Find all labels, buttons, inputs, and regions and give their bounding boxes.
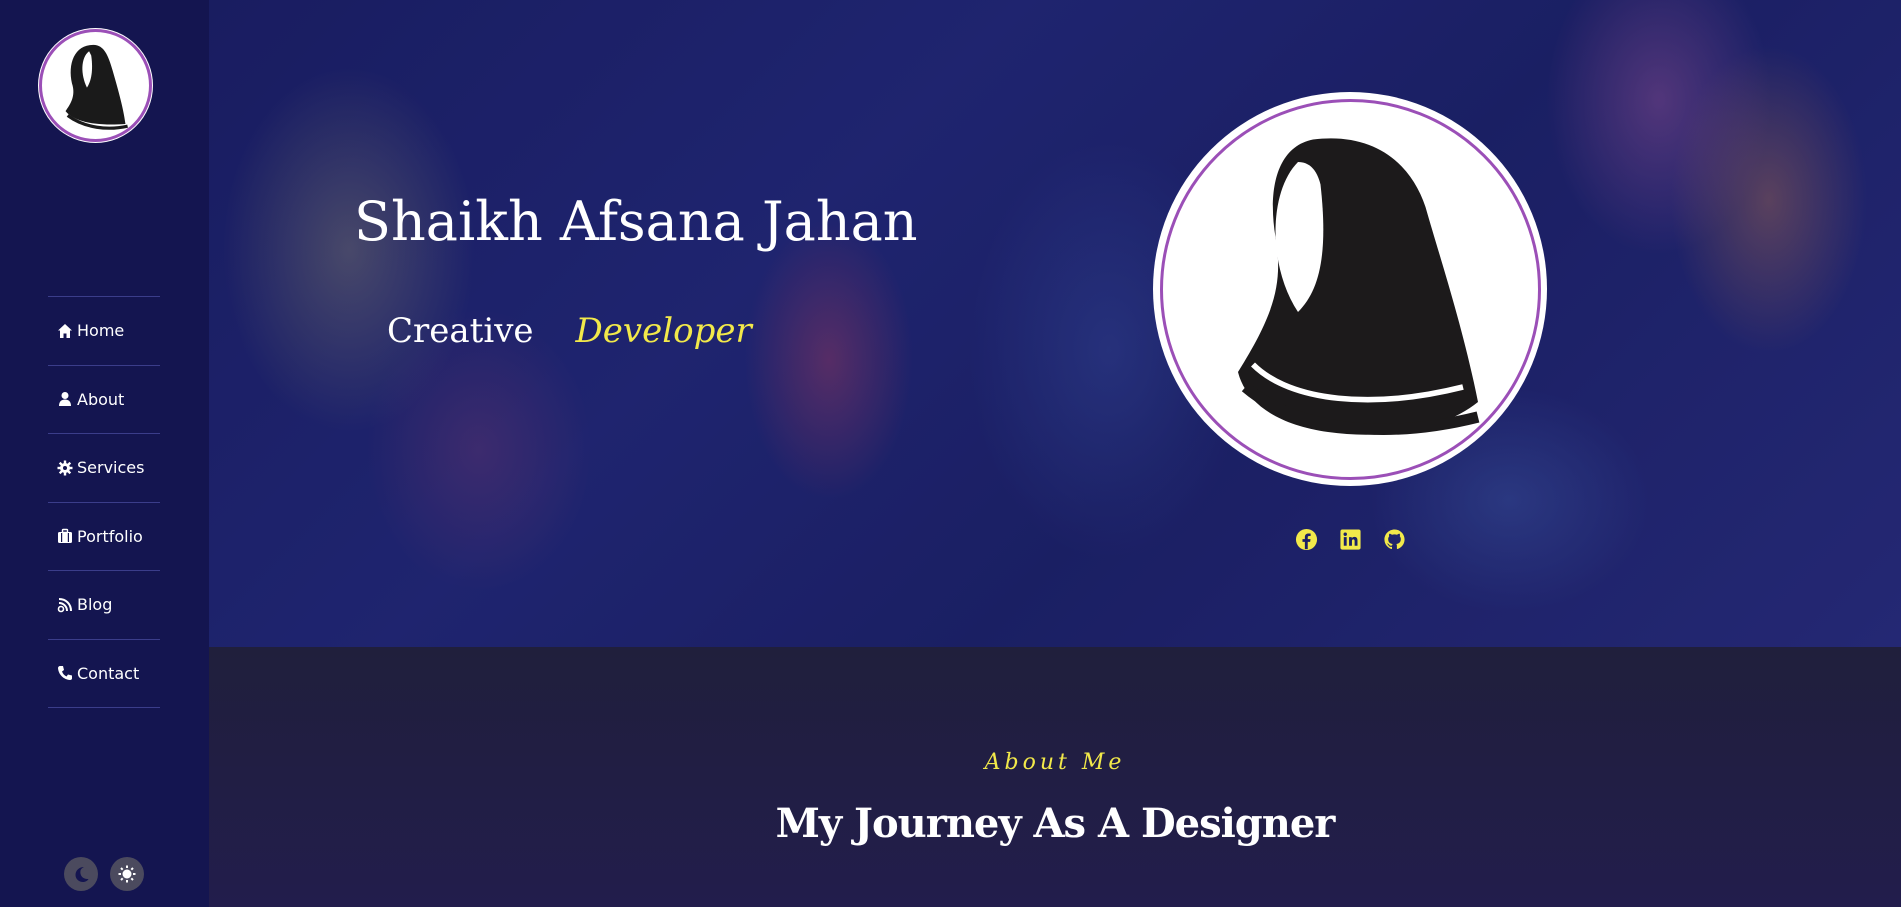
gear-icon bbox=[56, 459, 74, 477]
nav-item-blog[interactable]: Blog bbox=[48, 571, 160, 640]
light-mode-toggle[interactable] bbox=[110, 857, 144, 891]
phone-icon bbox=[56, 664, 74, 682]
linkedin-link[interactable] bbox=[1338, 527, 1362, 551]
blog-icon bbox=[56, 596, 74, 614]
moon-icon bbox=[75, 867, 89, 882]
github-link[interactable] bbox=[1382, 527, 1406, 551]
nav-item-portfolio[interactable]: Portfolio bbox=[48, 503, 160, 571]
avatar bbox=[1153, 92, 1547, 486]
logo[interactable] bbox=[39, 29, 152, 142]
github-icon bbox=[1383, 528, 1405, 549]
hero-role-prefix: Creative bbox=[387, 311, 534, 351]
hero-section: Shaikh Afsana Jahan Creative Developer bbox=[209, 0, 1901, 647]
hijab-woman-icon bbox=[65, 44, 128, 130]
nav-item-label: Contact bbox=[77, 663, 140, 683]
linkedin-icon bbox=[1339, 528, 1361, 550]
nav-item-label: About bbox=[77, 389, 125, 409]
user-icon bbox=[56, 390, 74, 408]
about-section: About Me My Journey As A Designer bbox=[209, 647, 1901, 907]
about-kicker: About Me bbox=[984, 750, 1126, 775]
hero-role: Creative Developer bbox=[387, 311, 752, 351]
main-nav: Home About Services Portfolio Blog Conta… bbox=[48, 296, 160, 708]
hijab-woman-icon bbox=[1237, 137, 1479, 435]
dark-mode-toggle[interactable] bbox=[64, 857, 98, 891]
nav-item-label: Home bbox=[77, 321, 125, 341]
social-links bbox=[1294, 527, 1406, 551]
avatar-ring bbox=[1159, 98, 1541, 480]
facebook-icon bbox=[1295, 528, 1317, 550]
sidebar: Home About Services Portfolio Blog Conta… bbox=[0, 0, 209, 907]
nav-item-about[interactable]: About bbox=[48, 366, 160, 434]
facebook-link[interactable] bbox=[1294, 527, 1318, 551]
hero-role-accent: Developer bbox=[575, 311, 752, 351]
nav-item-label: Services bbox=[77, 458, 145, 478]
nav-item-label: Blog bbox=[77, 595, 113, 615]
briefcase-icon bbox=[56, 527, 74, 545]
nav-item-label: Portfolio bbox=[77, 526, 143, 546]
nav-item-contact[interactable]: Contact bbox=[48, 640, 160, 708]
nav-item-services[interactable]: Services bbox=[48, 434, 160, 503]
hero-name: Shaikh Afsana Jahan bbox=[354, 190, 918, 253]
sun-icon bbox=[118, 865, 136, 883]
home-icon bbox=[56, 322, 74, 340]
nav-item-home[interactable]: Home bbox=[48, 297, 160, 366]
about-title: My Journey As A Designer bbox=[775, 800, 1336, 847]
